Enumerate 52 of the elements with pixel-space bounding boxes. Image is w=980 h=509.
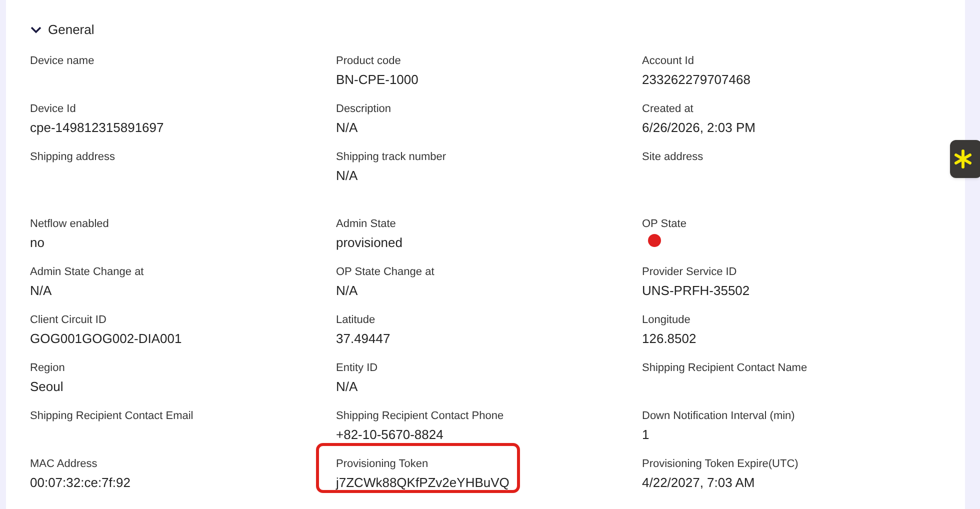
field-value: 37.49447 xyxy=(336,330,390,348)
field-value: j7ZCWk88QKfPZv2eYHBuVQ xyxy=(336,474,510,492)
field-label: Shipping track number xyxy=(336,150,446,164)
field-value: BN-CPE-1000 xyxy=(336,71,418,89)
field-label: OP State Change at xyxy=(336,265,434,279)
field-label: Region xyxy=(30,361,65,375)
field-value: 233262279707468 xyxy=(642,71,750,89)
asterisk-icon xyxy=(954,149,972,169)
field-value: 1 xyxy=(642,426,650,444)
field-value: GOG001GOG002-DIA001 xyxy=(30,330,182,348)
field-label: Client Circuit ID xyxy=(30,313,106,327)
field-label: Shipping Recipient Contact Email xyxy=(30,409,194,423)
field-label: Shipping Recipient Contact Phone xyxy=(336,409,504,423)
field-value: 4/22/2027, 7:03 AM xyxy=(642,474,755,492)
chevron-icon xyxy=(30,26,42,34)
field-label: Admin State Change at xyxy=(30,265,144,279)
field-label: Shipping Recipient Contact Name xyxy=(642,361,808,375)
field-label: Site address xyxy=(642,150,704,164)
field-value: provisioned xyxy=(336,234,402,252)
field-value: Seoul xyxy=(30,378,64,396)
field-value: 00:07:32:ce:7f:92 xyxy=(30,474,130,492)
field-value: 126.8502 xyxy=(642,330,696,348)
field-value: N/A xyxy=(30,282,52,300)
field-value: N/A xyxy=(336,378,358,396)
field-label: OP State xyxy=(642,217,686,231)
field-label: Down Notification Interval (min) xyxy=(642,409,795,423)
field-label: Created at xyxy=(642,102,694,116)
field-value: UNS-PRFH-35502 xyxy=(642,282,750,300)
field-value: N/A xyxy=(336,282,358,300)
field-label: Admin State xyxy=(336,217,396,231)
field-value: 6/26/2026, 2:03 PM xyxy=(642,119,756,137)
field-value: N/A xyxy=(336,167,358,185)
field-label: Device name xyxy=(30,54,94,68)
field-label: Longitude xyxy=(642,313,690,327)
field-label: Latitude xyxy=(336,313,376,327)
field-label: MAC Address xyxy=(30,457,98,471)
field-label: Provider Service ID xyxy=(642,265,737,279)
field-label: Provisioning Token xyxy=(336,457,428,471)
field-value: +82-10-5670-8824 xyxy=(336,426,444,444)
field-label: Shipping address xyxy=(30,150,116,164)
field-label: Provisioning Token Expire(UTC) xyxy=(642,457,798,471)
field-value: N/A xyxy=(336,119,358,137)
field-label: Description xyxy=(336,102,392,116)
field-label: Netflow enabled xyxy=(30,217,109,231)
field-label: Product code xyxy=(336,54,401,68)
field-label: Account Id xyxy=(642,54,694,68)
field-label: Device Id xyxy=(30,102,76,116)
field-value: no xyxy=(30,234,44,252)
field-label: Entity ID xyxy=(336,361,378,375)
field-value: cpe-149812315891697 xyxy=(30,119,164,137)
section-toggle[interactable]: General xyxy=(30,20,94,40)
widget-tab[interactable] xyxy=(950,140,980,178)
